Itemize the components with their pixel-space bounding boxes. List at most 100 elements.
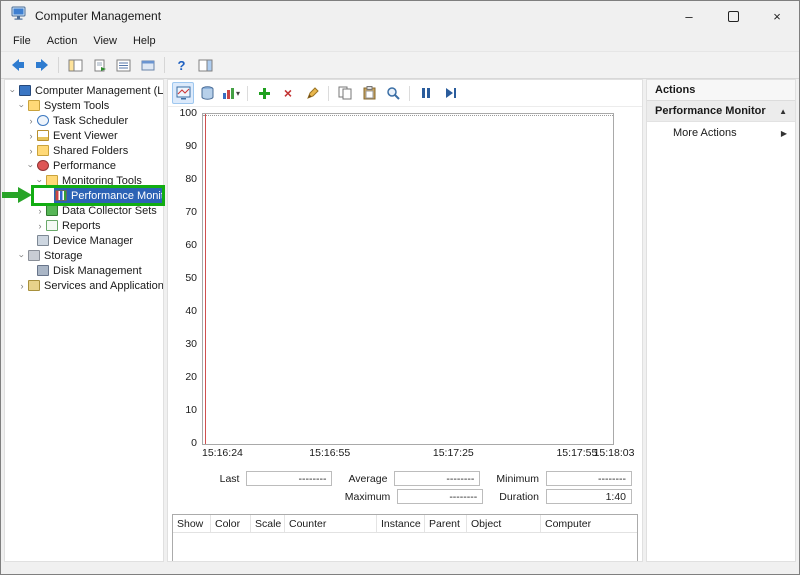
help-icon: ? <box>177 57 186 73</box>
menu-view[interactable]: View <box>85 33 125 49</box>
computer-icon <box>19 85 31 96</box>
update-data-button[interactable] <box>439 82 461 104</box>
tree-item-performance[interactable]: › Performance <box>5 158 163 173</box>
menu-action[interactable]: Action <box>39 33 86 49</box>
column-header-scale[interactable]: Scale <box>251 515 285 532</box>
column-header-computer[interactable]: Computer <box>541 515 637 532</box>
minimum-label: Minimum <box>496 472 539 485</box>
last-value: -------- <box>246 471 333 486</box>
delete-counter-button[interactable]: × <box>277 82 299 104</box>
tree-item-disk-management[interactable]: Disk Management <box>5 263 163 278</box>
change-graph-type-button[interactable]: ▾ <box>220 82 242 104</box>
tree-item-computer-management[interactable]: › Computer Management (Local) <box>5 83 163 98</box>
folder-icon <box>28 100 40 111</box>
close-icon: × <box>773 8 781 24</box>
show-console-tree-button[interactable] <box>65 55 86 75</box>
tree-item-performance-monitor[interactable]: Performance Monitor <box>5 188 163 203</box>
tree-item-system-tools[interactable]: › System Tools <box>5 98 163 113</box>
chevron-down-icon[interactable]: › <box>26 161 36 171</box>
paste-counter-list-button[interactable] <box>358 82 380 104</box>
y-tick-label: 100 <box>179 107 197 119</box>
chevron-right-icon[interactable]: › <box>26 131 36 141</box>
tree-item-device-manager[interactable]: Device Manager <box>5 233 163 248</box>
tree-item-shared-folders[interactable]: › Shared Folders <box>5 143 163 158</box>
y-tick-label: 10 <box>185 404 197 416</box>
tree-item-services-and-applications[interactable]: › Services and Applications <box>5 278 164 293</box>
chevron-right-icon[interactable]: › <box>17 281 27 291</box>
tree-item-label: Monitoring Tools <box>62 174 142 187</box>
view-log-data-button[interactable] <box>196 82 218 104</box>
chevron-down-icon[interactable]: › <box>35 176 45 186</box>
menu-help[interactable]: Help <box>125 33 164 49</box>
disk-management-icon <box>37 265 49 276</box>
tree-item-label: Performance Monitor <box>71 189 163 202</box>
tree-item-event-viewer[interactable]: › Event Viewer <box>5 128 163 143</box>
tree-item-reports[interactable]: › Reports <box>5 218 163 233</box>
add-counter-button[interactable] <box>253 82 275 104</box>
computer-management-window: Computer Management – × File Action View… <box>0 0 800 575</box>
zoom-button[interactable] <box>382 82 404 104</box>
delete-x-icon: × <box>283 85 293 101</box>
menu-file[interactable]: File <box>5 33 39 49</box>
maximize-icon <box>727 10 739 22</box>
value-bar: Last -------- Average -------- Minimum ----… <box>176 468 632 504</box>
y-tick-label: 50 <box>185 272 197 284</box>
freeze-display-button[interactable] <box>415 82 437 104</box>
show-action-pane-button[interactable] <box>195 55 216 75</box>
export-list-button[interactable] <box>89 55 110 75</box>
chevron-down-icon[interactable]: › <box>8 86 18 96</box>
actions-section-performance-monitor[interactable]: Performance Monitor ▲ <box>647 101 795 122</box>
menu-bar: File Action View Help <box>1 31 799 51</box>
column-header-color[interactable]: Color <box>211 515 251 532</box>
copy-properties-button[interactable] <box>334 82 356 104</box>
tree-item-label: Shared Folders <box>53 144 129 157</box>
tree-item-data-collector-sets[interactable]: › Data Collector Sets <box>5 203 163 218</box>
data-collector-sets-icon <box>46 205 58 216</box>
tree-item-task-scheduler[interactable]: › Task Scheduler <box>5 113 163 128</box>
chevron-down-icon[interactable]: › <box>17 251 27 261</box>
help-button[interactable]: ? <box>171 55 192 75</box>
maximum-label: Maximum <box>344 490 391 503</box>
chevron-right-icon[interactable]: › <box>26 146 36 156</box>
view-current-activity-button[interactable] <box>172 82 194 104</box>
column-header-counter[interactable]: Counter <box>285 515 377 532</box>
tree-item-label: Reports <box>62 219 101 232</box>
back-button[interactable] <box>7 55 28 75</box>
console-toolbar: ? <box>1 51 799 79</box>
more-actions-item[interactable]: More Actions ▶ <box>647 122 795 144</box>
y-tick-label: 30 <box>185 338 197 350</box>
chevron-down-icon[interactable]: › <box>17 101 27 111</box>
device-manager-icon <box>37 235 49 246</box>
console-tree: › Computer Management (Local) › System T… <box>4 79 164 562</box>
tree-item-storage[interactable]: › Storage <box>5 248 163 263</box>
time-bar <box>205 114 206 444</box>
tree-item-monitoring-tools[interactable]: › Monitoring Tools <box>5 173 163 188</box>
chevron-right-icon[interactable]: › <box>35 206 45 216</box>
collapse-caret-icon[interactable]: ▲ <box>779 107 787 116</box>
graph-plot[interactable] <box>202 113 614 445</box>
maximize-button[interactable] <box>711 1 755 31</box>
more-actions-label: More Actions <box>673 127 737 139</box>
submenu-caret-icon: ▶ <box>780 128 787 138</box>
forward-button[interactable] <box>31 55 52 75</box>
close-button[interactable]: × <box>755 1 799 31</box>
y-axis-labels: 100 90 80 70 60 50 40 30 20 10 0 <box>176 107 202 449</box>
chevron-right-icon[interactable]: › <box>35 221 45 231</box>
performance-monitor-icon <box>55 190 67 201</box>
refresh-document-button[interactable] <box>137 55 158 75</box>
chevron-right-icon[interactable]: › <box>26 116 36 126</box>
counter-list: Show Color Scale Counter Instance Parent… <box>172 514 638 561</box>
shared-folders-icon <box>37 145 49 156</box>
tree-item-label: Computer Management (Local) <box>35 84 163 97</box>
properties-button[interactable] <box>113 55 134 75</box>
column-header-show[interactable]: Show <box>173 515 211 532</box>
tree-item-label: Services and Applications <box>44 279 163 292</box>
monitoring-tools-icon <box>46 175 58 186</box>
minimize-button[interactable]: – <box>667 1 711 31</box>
app-icon <box>11 6 27 26</box>
column-header-parent[interactable]: Parent <box>425 515 467 532</box>
column-header-instance[interactable]: Instance <box>377 515 425 532</box>
title-bar: Computer Management – × <box>1 1 799 31</box>
column-header-object[interactable]: Object <box>467 515 541 532</box>
highlight-button[interactable] <box>301 82 323 104</box>
